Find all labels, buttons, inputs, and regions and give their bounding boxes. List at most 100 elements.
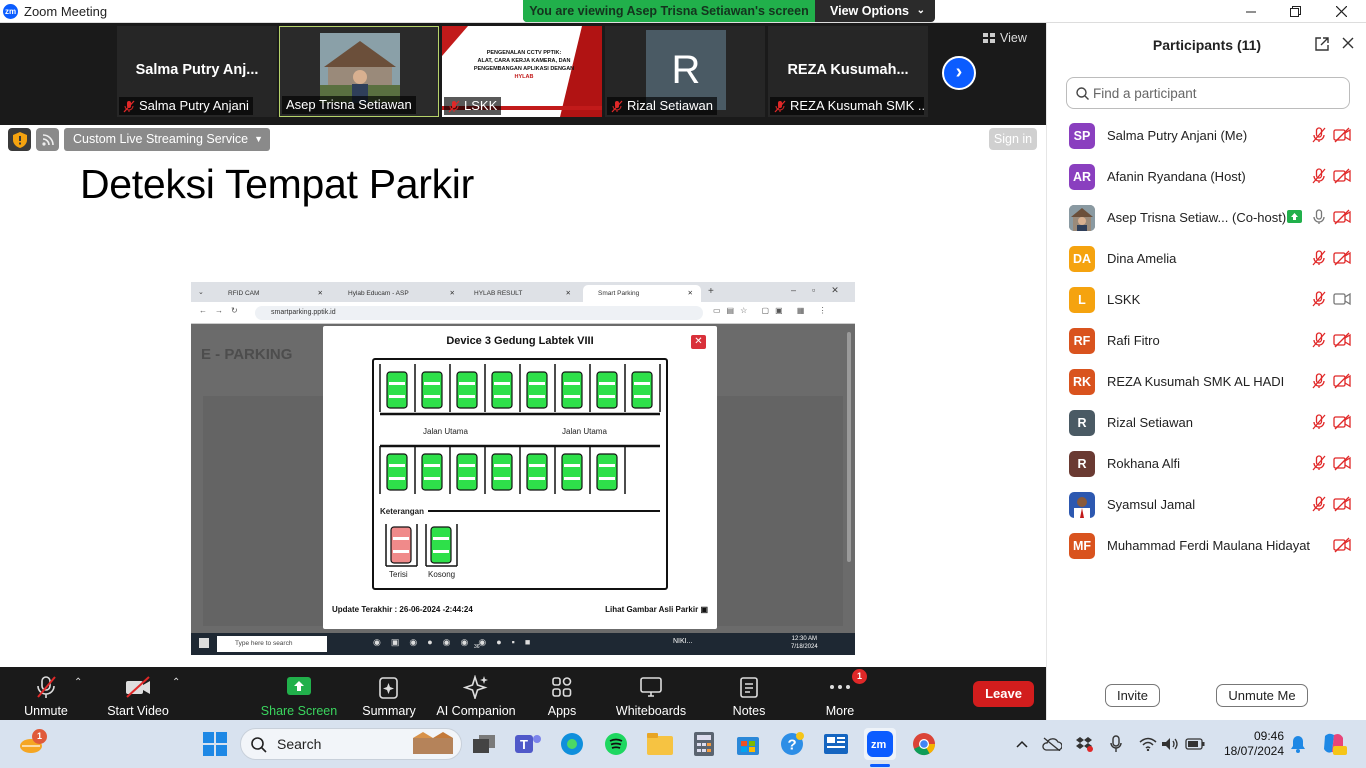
empty-car-slot <box>596 371 618 409</box>
browser-tab-label: RFID CAM <box>228 290 260 297</box>
file-explorer-icon[interactable] <box>644 728 676 760</box>
participant-row[interactable]: L LSKK <box>1047 279 1366 320</box>
start-button[interactable] <box>199 728 231 760</box>
last-updated: Update Terakhir : 26-06-2024 -2:44:24 <box>332 605 473 614</box>
microphone-icon[interactable] <box>1100 728 1132 760</box>
page-bg-title: E - PARKING <box>201 346 293 363</box>
zoom-taskbar-icon[interactable]: zm <box>864 728 896 760</box>
close-panel-icon[interactable] <box>1342 37 1354 49</box>
participant-row[interactable]: R Rokhana Alfi <box>1047 443 1366 484</box>
notification-bell-icon[interactable] <box>1282 728 1314 760</box>
ai-companion-button[interactable]: AI Companion <box>434 667 518 720</box>
battery-icon[interactable] <box>1179 728 1211 760</box>
invite-button[interactable]: Invite <box>1105 684 1160 707</box>
pop-out-icon[interactable] <box>1315 37 1329 51</box>
news-icon[interactable] <box>820 728 852 760</box>
copilot-icon[interactable] <box>1318 728 1350 760</box>
participant-row[interactable]: SP Salma Putry Anjani (Me) <box>1047 115 1366 156</box>
streaming-service-dropdown[interactable]: Custom Live Streaming Service ▼ <box>64 128 271 151</box>
close-window-button[interactable] <box>1318 0 1364 23</box>
participant-search-input[interactable] <box>1093 83 1343 103</box>
restore-button[interactable] <box>1272 0 1318 23</box>
video-tile[interactable]: Salma Putry Anj... Salma Putry Anjani <box>117 26 277 117</box>
start-video-button[interactable]: Start Video <box>104 667 172 720</box>
video-options-caret[interactable]: ⌃ <box>172 677 180 688</box>
participant-row[interactable]: MF Muhammad Ferdi Maulana Hidayat <box>1047 525 1366 566</box>
tile-label-text: Salma Putry Anjani <box>139 98 249 113</box>
cloud-off-icon[interactable] <box>1036 728 1068 760</box>
security-shield-button[interactable] <box>8 128 31 151</box>
video-tile[interactable]: R Rizal Setiawan <box>605 26 765 117</box>
share-screen-button[interactable]: Share Screen <box>260 667 338 720</box>
chrome-icon[interactable] <box>908 728 940 760</box>
browser-tab-active: Smart Parking ✕ <box>583 285 701 302</box>
whiteboards-button[interactable]: Whiteboards <box>612 667 690 720</box>
search-icon <box>251 737 267 753</box>
participant-search[interactable] <box>1066 77 1350 109</box>
show-hidden-icons[interactable] <box>1006 728 1038 760</box>
whiteboard-icon <box>640 676 662 697</box>
video-off-icon <box>1333 414 1351 430</box>
mic-off-icon <box>1312 168 1326 184</box>
empty-car-slot <box>491 371 513 409</box>
participant-row[interactable]: RK REZA Kusumah SMK AL HADI <box>1047 361 1366 402</box>
video-tile-active[interactable]: Asep Trisna Setiawan <box>279 26 439 117</box>
avatar: SP <box>1069 123 1095 149</box>
tile-label: Rizal Setiawan <box>607 97 717 115</box>
participant-name: Dina Amelia <box>1107 251 1177 266</box>
notes-button[interactable]: Notes <box>726 667 772 720</box>
participant-row[interactable]: DA Dina Amelia <box>1047 238 1366 279</box>
mic-off-icon <box>774 100 786 112</box>
browser-tab-label: Smart Parking <box>598 290 640 297</box>
windows-search[interactable]: Search <box>240 728 462 760</box>
system-clock[interactable]: 09:46 18/07/2024 <box>1220 729 1284 759</box>
browser-tab-strip: ⌄ RFID CAM ✕ Hylab Educam - ASP ✕ HYLAB RE… <box>191 282 855 302</box>
leave-button[interactable]: Leave <box>973 681 1034 707</box>
participant-name: Syamsul Jamal <box>1107 497 1196 512</box>
mic-off-icon <box>1312 455 1326 471</box>
task-view-icon[interactable] <box>468 728 500 760</box>
minimize-button[interactable] <box>1228 0 1274 23</box>
sign-in-button[interactable]: Sign in <box>989 128 1037 150</box>
unmute-me-button[interactable]: Unmute Me <box>1216 684 1308 707</box>
view-options-button[interactable]: View Options ⌄ <box>815 0 935 22</box>
live-stream-button[interactable] <box>36 128 59 151</box>
view-button[interactable]: View <box>983 31 1027 45</box>
audio-options-caret[interactable]: ⌃ <box>74 677 82 688</box>
video-icon <box>1333 291 1351 307</box>
gallery-next-button[interactable]: › <box>942 56 976 90</box>
video-off-icon <box>1333 496 1351 512</box>
teams-icon[interactable]: T <box>512 728 544 760</box>
spotify-icon[interactable] <box>600 728 632 760</box>
summary-button[interactable]: Summary <box>358 667 420 720</box>
chevron-down-icon: ⌄ <box>916 5 925 16</box>
clock-time: 09:46 <box>1253 729 1284 743</box>
video-tile[interactable]: REZA Kusumah... REZA Kusumah SMK ... <box>768 26 928 117</box>
participant-row[interactable]: RF Rafi Fitro <box>1047 320 1366 361</box>
calculator-icon[interactable] <box>688 728 720 760</box>
empty-car-slot <box>421 371 443 409</box>
avatar <box>1069 492 1095 518</box>
dropbox-icon[interactable] <box>1068 728 1100 760</box>
video-off-icon <box>1333 455 1351 471</box>
apps-button[interactable]: Apps <box>536 667 588 720</box>
mic-off-icon <box>1311 168 1327 184</box>
video-off-icon <box>1333 332 1351 348</box>
unmute-button[interactable]: Unmute <box>18 667 74 720</box>
participant-row[interactable]: R Rizal Setiawan <box>1047 402 1366 443</box>
participant-name: Afanin Ryandana (Host) <box>1107 169 1246 184</box>
edge-icon[interactable] <box>556 728 588 760</box>
store-icon[interactable] <box>732 728 764 760</box>
legend-title: Keterangan <box>380 507 429 516</box>
search-icon <box>1076 87 1089 100</box>
participant-row[interactable]: Asep Trisna Setiaw... (Co-host) <box>1047 197 1366 238</box>
mic-off-icon <box>1311 496 1327 512</box>
mic-off-icon <box>1312 373 1326 389</box>
participant-row[interactable]: Syamsul Jamal <box>1047 484 1366 525</box>
help-icon[interactable]: ? <box>776 728 808 760</box>
video-off-icon <box>126 675 150 698</box>
browser-window-controls: –▫✕ <box>791 285 855 295</box>
browser-nav-icons: ←→↻ <box>199 306 246 315</box>
video-tile[interactable]: PENGENALAN CCTV PPTIK: ALAT, CARA KERJA … <box>442 26 602 117</box>
participant-row[interactable]: AR Afanin Ryandana (Host) <box>1047 156 1366 197</box>
